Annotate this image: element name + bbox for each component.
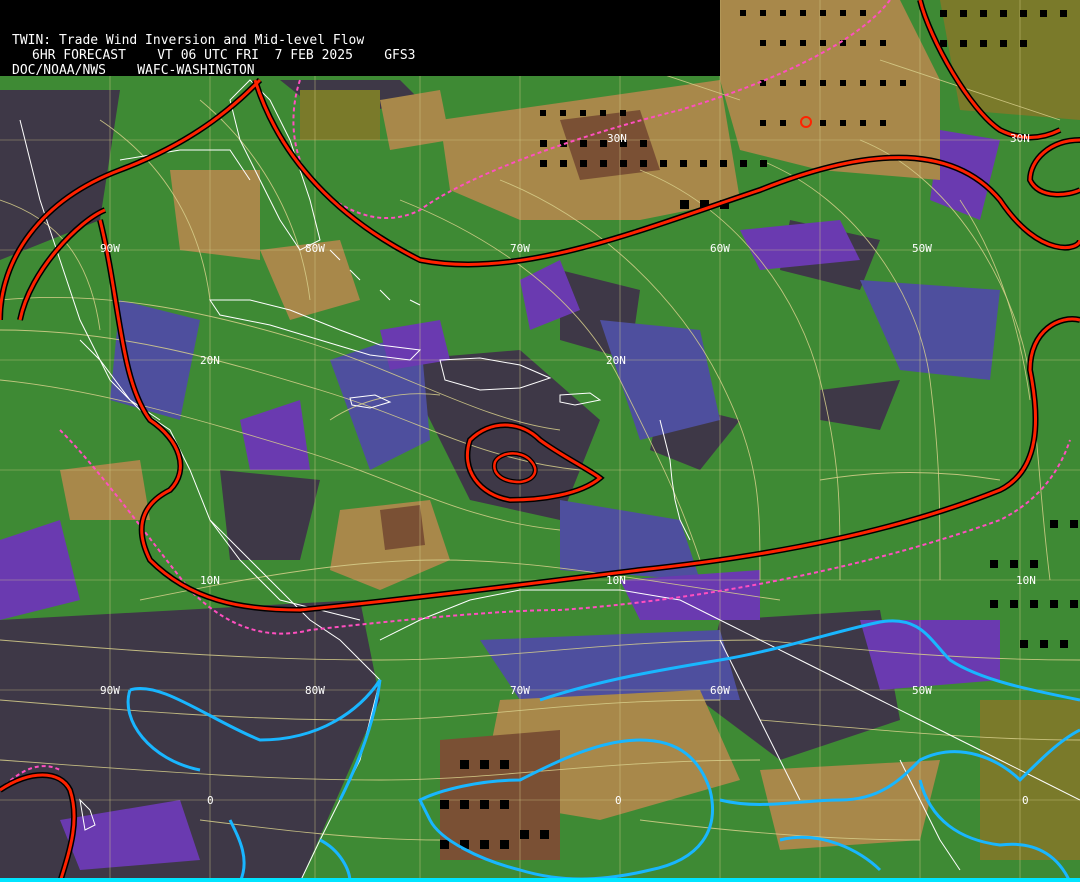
lon-label-70w-south: 70W bbox=[510, 684, 530, 697]
weather-map: 30N 30N 20N 20N 10N 10N 10N 0 0 0 90W 80… bbox=[0, 0, 1080, 882]
lon-label-90w-north: 90W bbox=[100, 242, 120, 255]
lon-label-90w-south: 90W bbox=[100, 684, 120, 697]
lon-label-70w-north: 70W bbox=[510, 242, 530, 255]
lat-label-0-east: 0 bbox=[1022, 794, 1029, 807]
lat-label-0-west: 0 bbox=[207, 794, 214, 807]
lon-label-60w-south: 60W bbox=[710, 684, 730, 697]
lat-label-30n-east: 30N bbox=[1010, 132, 1030, 145]
lon-label-50w-south: 50W bbox=[912, 684, 932, 697]
lat-label-10n-east: 10N bbox=[1016, 574, 1036, 587]
lat-label-20n-west: 20N bbox=[200, 354, 220, 367]
header-source: DOC/NOAA/NWS WAFC-WASHINGTON bbox=[12, 63, 255, 78]
lat-label-20n-mid: 20N bbox=[606, 354, 626, 367]
lon-label-50w-north: 50W bbox=[912, 242, 932, 255]
header-title: TWIN: Trade Wind Inversion and Mid-level… bbox=[12, 33, 365, 48]
chart-header: TWIN: Trade Wind Inversion and Mid-level… bbox=[0, 0, 720, 78]
lon-label-80w-north: 80W bbox=[305, 242, 325, 255]
lat-label-30n-mid: 30N bbox=[607, 132, 627, 145]
lat-label-10n-mid: 10N bbox=[606, 574, 626, 587]
header-forecast-line: 6HR FORECAST VT 06 UTC FRI 7 FEB 2025 GF… bbox=[32, 48, 416, 63]
lon-label-80w-south: 80W bbox=[305, 684, 325, 697]
bottom-border bbox=[0, 878, 1080, 882]
lat-label-10n-west: 10N bbox=[200, 574, 220, 587]
lon-label-60w-north: 60W bbox=[710, 242, 730, 255]
lat-label-0-mid: 0 bbox=[615, 794, 622, 807]
